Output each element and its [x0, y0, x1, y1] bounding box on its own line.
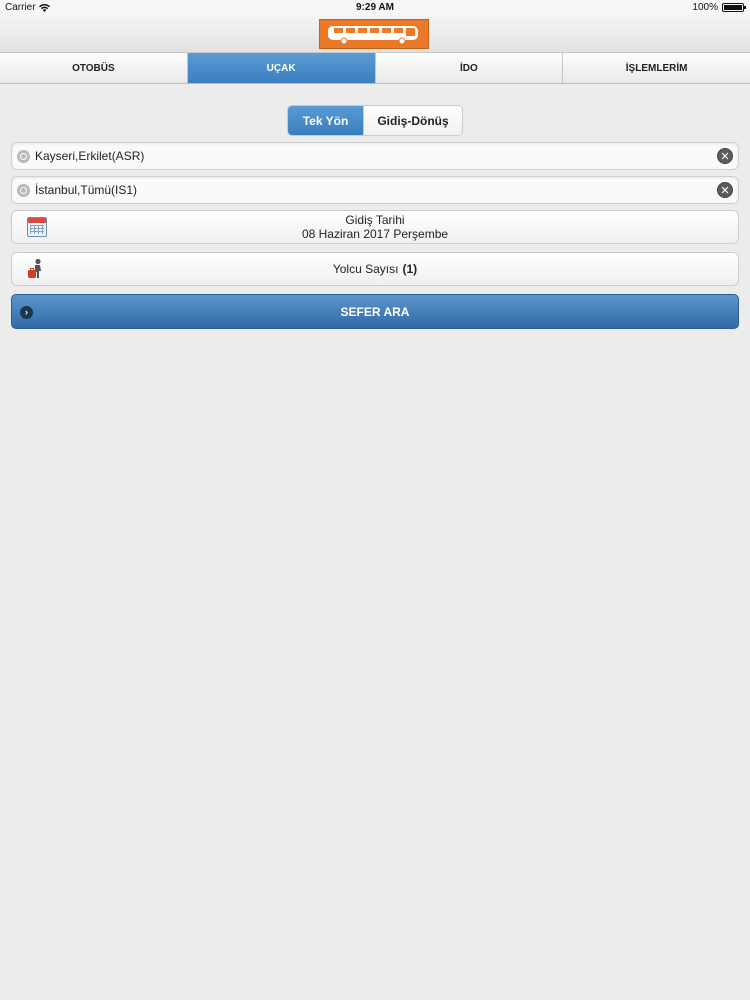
destination-field[interactable]: ✕ — [11, 176, 739, 204]
battery-icon — [722, 3, 746, 12]
trip-type-segment: Tek Yön Gidiş-Dönüş — [287, 105, 463, 136]
origin-field[interactable]: ✕ — [11, 142, 739, 170]
destination-input[interactable] — [35, 183, 717, 197]
chevron-right-icon: › — [20, 306, 33, 319]
clear-origin-icon[interactable]: ✕ — [717, 148, 733, 164]
main-tabs: OTOBÜS UÇAK İDO İŞLEMLERİM — [0, 53, 750, 84]
departure-label: Gidiş Tarihi — [345, 213, 405, 227]
tab-islemlerim[interactable]: İŞLEMLERİM — [563, 53, 750, 83]
departure-date: 08 Haziran 2017 Perşembe — [301, 227, 449, 241]
battery-percent: 100% — [692, 2, 718, 13]
battery-info: 100% — [692, 2, 746, 13]
passenger-count: (1) — [402, 262, 418, 276]
tab-ucak[interactable]: UÇAK — [187, 53, 376, 83]
departure-date-button[interactable]: Gidiş Tarihi 08 Haziran 2017 Perşembe — [11, 210, 739, 244]
bus-logo-icon[interactable] — [319, 19, 429, 49]
clear-destination-icon[interactable]: ✕ — [717, 182, 733, 198]
status-time: 9:29 AM — [356, 2, 394, 13]
passenger-label: Yolcu Sayısı — [332, 262, 399, 276]
bus-icon — [328, 26, 418, 45]
battery-level — [724, 5, 742, 10]
search-trips-button[interactable]: › SEFER ARA — [11, 294, 739, 329]
tab-otobus[interactable]: OTOBÜS — [0, 53, 188, 83]
one-way-button[interactable]: Tek Yön — [288, 106, 363, 135]
status-bar: Carrier 9:29 AM 100% — [0, 0, 750, 15]
app-header — [0, 15, 750, 53]
search-icon — [17, 149, 30, 163]
search-button-label: SEFER ARA — [340, 304, 410, 319]
round-trip-button[interactable]: Gidiş-Dönüş — [363, 106, 462, 135]
passenger-count-button[interactable]: Yolcu Sayısı (1) — [11, 252, 739, 286]
search-icon — [17, 183, 30, 197]
origin-input[interactable] — [35, 149, 717, 163]
passenger-icon — [28, 258, 41, 278]
tab-ido[interactable]: İDO — [375, 53, 564, 83]
calendar-icon — [27, 217, 47, 237]
